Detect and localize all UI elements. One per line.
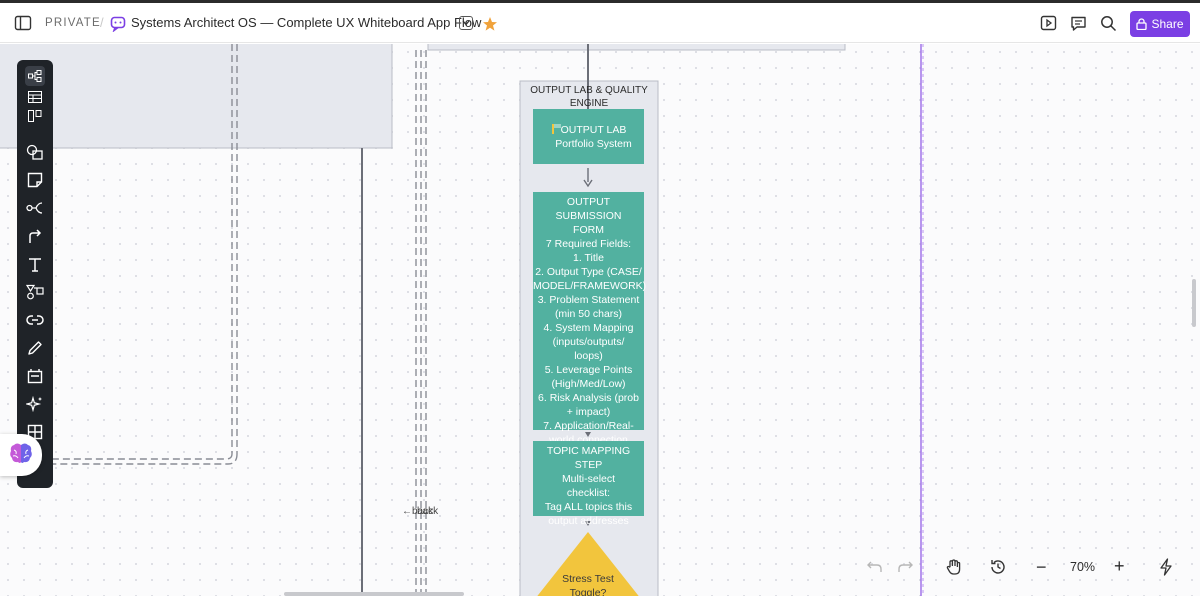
kanban-icon[interactable] <box>25 106 45 126</box>
board-title[interactable]: Systems Architect OS — Complete UX White… <box>131 15 481 30</box>
node-output-lab-text: OUTPUT LAB Portfolio System <box>555 124 632 150</box>
dashed-connector-corner <box>45 453 233 460</box>
node-topic-mapping[interactable]: TOPIC MAPPING STEP Multi-select checklis… <box>533 441 644 527</box>
favorite-star-icon[interactable] <box>482 16 498 32</box>
node-output-lab[interactable]: OUTPUT LAB Portfolio System <box>533 109 644 164</box>
zoom-controls: − 70% + <box>1030 552 1138 582</box>
ai-assistant-button[interactable] <box>0 434 42 476</box>
zoom-out-button[interactable]: − <box>1036 558 1047 576</box>
link-icon[interactable] <box>25 310 45 330</box>
quick-actions-bolt-icon[interactable] <box>1156 557 1176 577</box>
back-label-overlap: back <box>417 506 439 517</box>
undo-icon[interactable] <box>866 558 884 576</box>
shapes-icon[interactable] <box>25 142 45 162</box>
decision-stress-test[interactable]: Stress Test Toggle? <box>531 572 645 596</box>
arrow-icon[interactable] <box>25 226 45 246</box>
node-submission-form[interactable]: OUTPUT SUBMISSION FORM 7 Required Fields… <box>533 192 646 446</box>
left-frame <box>0 44 393 149</box>
title-dropdown-icon[interactable] <box>459 16 473 30</box>
left-toolbar <box>17 60 53 488</box>
connector-icon[interactable] <box>25 198 45 218</box>
sidebar-toggle-icon[interactable] <box>14 14 32 32</box>
search-icon[interactable] <box>1100 15 1117 32</box>
flag-icon <box>552 124 562 134</box>
frame-icon[interactable] <box>25 366 45 386</box>
node-submission-form-text: OUTPUT SUBMISSION FORM 7 Required Fields… <box>533 196 647 446</box>
text-icon[interactable] <box>25 254 45 274</box>
history-icon[interactable] <box>988 557 1008 577</box>
ai-sparkle-icon[interactable] <box>25 394 45 414</box>
diagram-icon[interactable] <box>25 282 45 302</box>
zoom-in-button[interactable]: + <box>1114 557 1125 575</box>
horizontal-scrollbar <box>284 592 464 596</box>
share-button[interactable]: Share <box>1130 11 1190 37</box>
vertical-scrollbar <box>1192 279 1196 327</box>
zoom-level[interactable]: 70% <box>1070 560 1095 574</box>
mindmap-icon[interactable] <box>25 66 45 86</box>
breadcrumb-separator: / <box>100 15 104 30</box>
sticky-note-icon[interactable] <box>25 170 45 190</box>
brain-icon <box>9 442 33 469</box>
hand-tool-icon[interactable] <box>944 557 964 577</box>
lock-icon <box>1136 18 1148 30</box>
presentation-play-icon[interactable] <box>1040 15 1057 31</box>
share-label: Share <box>1151 17 1184 31</box>
top-bar: PRIVATE / Systems Architect OS — Complet… <box>0 3 1200 43</box>
comments-icon[interactable] <box>1070 15 1087 32</box>
whiteboard-canvas[interactable]: OUTPUT LAB & QUALITY ENGINE OUTPUT LAB P… <box>0 44 1200 596</box>
redo-icon[interactable] <box>896 558 914 576</box>
top-frame <box>427 44 846 51</box>
pen-icon[interactable] <box>25 338 45 358</box>
table-icon[interactable] <box>25 87 45 107</box>
section-title: OUTPUT LAB & QUALITY ENGINE <box>530 85 648 109</box>
board-chat-icon <box>110 16 126 32</box>
node-topic-mapping-text: TOPIC MAPPING STEP Multi-select checklis… <box>544 445 633 527</box>
privacy-label: PRIVATE <box>45 17 101 29</box>
